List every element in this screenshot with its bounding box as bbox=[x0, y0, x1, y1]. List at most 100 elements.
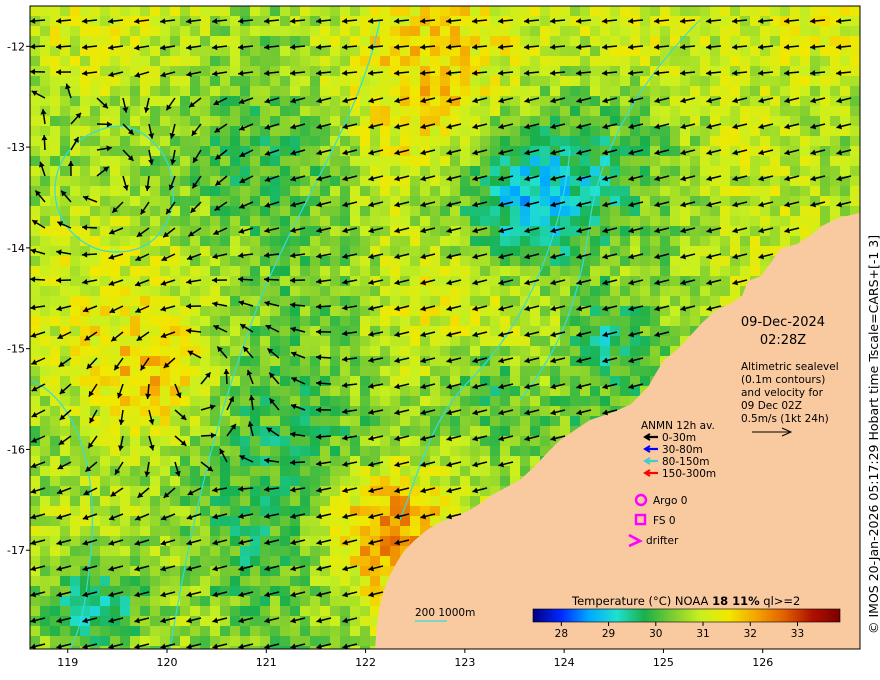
sst-cell bbox=[310, 246, 320, 256]
sst-cell bbox=[510, 236, 520, 246]
sst-cell bbox=[730, 76, 740, 86]
sst-cell bbox=[100, 566, 110, 576]
sst-cell bbox=[140, 86, 150, 96]
sst-cell bbox=[50, 416, 60, 426]
sst-cell bbox=[120, 296, 130, 306]
sst-cell bbox=[220, 276, 230, 286]
sst-cell bbox=[190, 306, 200, 316]
sst-cell bbox=[380, 456, 390, 466]
sst-cell bbox=[360, 296, 370, 306]
sst-cell bbox=[770, 56, 780, 66]
sst-cell bbox=[260, 216, 270, 226]
sst-cell bbox=[60, 496, 70, 506]
sst-cell bbox=[200, 6, 210, 16]
sst-cell bbox=[590, 246, 600, 256]
sst-cell bbox=[390, 546, 400, 556]
sst-cell bbox=[500, 266, 510, 276]
sst-cell bbox=[350, 26, 360, 36]
sst-cell bbox=[530, 26, 540, 36]
sst-cell bbox=[280, 556, 290, 566]
sst-cell bbox=[750, 266, 760, 276]
sst-cell bbox=[100, 6, 110, 16]
sst-cell bbox=[160, 606, 170, 616]
sst-cell bbox=[130, 216, 140, 226]
sst-cell bbox=[590, 276, 600, 286]
sst-cell bbox=[140, 296, 150, 306]
sst-cell bbox=[470, 56, 480, 66]
sst-cell bbox=[300, 166, 310, 176]
sst-cell bbox=[580, 66, 590, 76]
sst-cell bbox=[850, 96, 860, 106]
sst-cell bbox=[210, 146, 220, 156]
sst-cell bbox=[210, 316, 220, 326]
sst-cell bbox=[230, 266, 240, 276]
sst-cell bbox=[40, 276, 50, 286]
sst-cell bbox=[210, 286, 220, 296]
sst-cell bbox=[230, 596, 240, 606]
sst-cell bbox=[790, 26, 800, 36]
sst-cell bbox=[100, 86, 110, 96]
sst-cell bbox=[310, 206, 320, 216]
sst-cell bbox=[380, 216, 390, 226]
sst-cell bbox=[470, 446, 480, 456]
sst-cell bbox=[340, 526, 350, 536]
sst-cell bbox=[510, 306, 520, 316]
sst-cell bbox=[490, 366, 500, 376]
sst-cell bbox=[550, 376, 560, 386]
sst-cell bbox=[430, 6, 440, 16]
sst-cell bbox=[180, 186, 190, 196]
sst-cell bbox=[380, 76, 390, 86]
sst-cell bbox=[40, 56, 50, 66]
sst-cell bbox=[320, 486, 330, 496]
sst-cell bbox=[230, 526, 240, 536]
sst-cell bbox=[210, 376, 220, 386]
sst-cell bbox=[40, 256, 50, 266]
sst-cell bbox=[460, 366, 470, 376]
sst-cell bbox=[440, 286, 450, 296]
sst-cell bbox=[540, 276, 550, 286]
sst-cell bbox=[300, 186, 310, 196]
sst-cell bbox=[320, 346, 330, 356]
sst-cell bbox=[110, 136, 120, 146]
sst-cell bbox=[800, 106, 810, 116]
sst-cell bbox=[40, 556, 50, 566]
sst-cell bbox=[60, 596, 70, 606]
sst-cell bbox=[350, 396, 360, 406]
sst-cell bbox=[460, 476, 470, 486]
sst-cell bbox=[260, 106, 270, 116]
sst-cell bbox=[120, 476, 130, 486]
sst-cell bbox=[650, 356, 660, 366]
sst-cell bbox=[690, 96, 700, 106]
sst-cell bbox=[600, 246, 610, 256]
sst-cell bbox=[270, 126, 280, 136]
sst-cell bbox=[70, 576, 80, 586]
sst-cell bbox=[300, 526, 310, 536]
sst-cell bbox=[40, 26, 50, 36]
sst-cell bbox=[780, 236, 790, 246]
sst-cell bbox=[540, 346, 550, 356]
sst-cell bbox=[120, 326, 130, 336]
sst-cell bbox=[530, 416, 540, 426]
sst-cell bbox=[50, 76, 60, 86]
sst-cell bbox=[60, 286, 70, 296]
sst-cell bbox=[240, 476, 250, 486]
sst-cell bbox=[670, 236, 680, 246]
sst-cell bbox=[350, 446, 360, 456]
sst-cell bbox=[100, 536, 110, 546]
sst-cell bbox=[410, 516, 420, 526]
sst-cell bbox=[300, 96, 310, 106]
sst-cell bbox=[90, 186, 100, 196]
sst-cell bbox=[350, 136, 360, 146]
sst-cell bbox=[250, 66, 260, 76]
sst-cell bbox=[530, 86, 540, 96]
sst-cell bbox=[690, 316, 700, 326]
sst-cell bbox=[320, 406, 330, 416]
sst-cell bbox=[170, 326, 180, 336]
sst-cell bbox=[200, 56, 210, 66]
sst-cell bbox=[360, 86, 370, 96]
sst-cell bbox=[90, 266, 100, 276]
sst-cell bbox=[770, 216, 780, 226]
sst-cell bbox=[280, 316, 290, 326]
sst-cell bbox=[280, 396, 290, 406]
sst-cell bbox=[350, 186, 360, 196]
